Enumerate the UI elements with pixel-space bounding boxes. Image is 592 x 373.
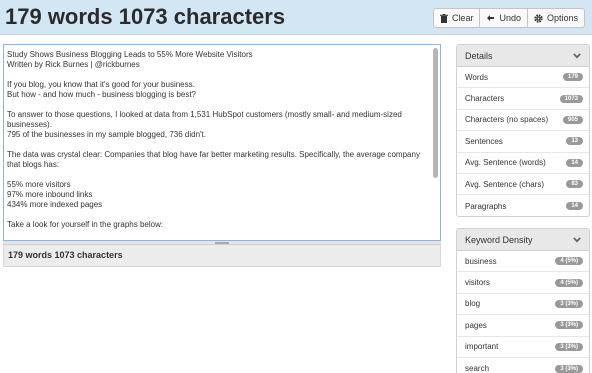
keyword-density-panel-header[interactable]: Keyword Density (457, 229, 589, 251)
word-count-title: 179 words 1073 characters (5, 4, 286, 29)
details-panel: Details Words 179 Characters 1073 Characte… (456, 44, 590, 217)
keyword-row: search 3 (3%) (457, 358, 589, 373)
detail-row-paragraphs: Paragraphs 14 (457, 195, 589, 216)
keyword-row: visitors 4 (5%) (457, 272, 589, 294)
density-badge: 4 (5%) (555, 257, 583, 266)
keyword-label: search (465, 364, 490, 373)
density-badge: 3 (3%) (555, 299, 583, 308)
detail-row-avg-sentence-words: Avg. Sentence (words) 14 (457, 153, 589, 174)
density-badge: 3 (3%) (555, 342, 583, 351)
editor-paragraph: 55% more visitors 97% more inbound links… (7, 180, 103, 209)
detail-row-words: Words 179 (457, 67, 589, 89)
detail-row-sentences: Sentences 13 (457, 131, 589, 153)
keyword-density-panel: Keyword Density business 4 (5%) visitors 4… (456, 228, 590, 373)
count-badge: 179 (562, 73, 583, 82)
keyword-label: blog (465, 299, 481, 309)
editor-paragraph: The data was crystal clear: Companies th… (7, 150, 420, 169)
keyword-label: pages (465, 320, 487, 330)
keyword-label: visitors (465, 278, 490, 288)
detail-label: Avg. Sentence (words) (465, 158, 546, 168)
editor-paragraph: If you blog, you know that it's good for… (7, 80, 196, 99)
keyword-label: business (465, 256, 497, 266)
count-badge: 14 (566, 158, 583, 167)
text-editor[interactable]: Study Shows Business Blogging Leads to 5… (3, 44, 441, 241)
count-badge: 14 (566, 202, 583, 211)
detail-row-avg-sentence-chars: Avg. Sentence (chars) 83 (457, 174, 589, 196)
detail-label: Paragraphs (465, 201, 507, 211)
keyword-row: important 3 (3%) (457, 337, 589, 358)
count-badge: 905 (562, 115, 583, 124)
detail-label: Words (465, 72, 488, 82)
undo-label: Undo (499, 13, 521, 23)
density-badge: 3 (3%) (555, 364, 583, 373)
keyword-row: blog 3 (3%) (457, 294, 589, 316)
keyword-row: business 4 (5%) (457, 251, 589, 273)
detail-label: Characters (465, 94, 505, 104)
clear-button[interactable]: Clear (432, 8, 481, 28)
top-header: 179 words 1073 characters Clear Undo Opt… (0, 0, 592, 35)
detail-row-characters: Characters 1073 (457, 88, 589, 110)
keyword-density-title: Keyword Density (465, 234, 533, 245)
footer-word-count: 179 words 1073 characters (3, 245, 441, 267)
density-badge: 3 (3%) (555, 321, 583, 330)
editor-content[interactable]: Study Shows Business Blogging Leads to 5… (4, 45, 440, 230)
detail-label: Sentences (465, 136, 503, 146)
count-badge: 83 (566, 180, 583, 189)
grip-icon (215, 242, 229, 244)
count-badge: 1073 (559, 94, 583, 103)
trash-icon (439, 13, 448, 23)
gear-icon (534, 13, 543, 23)
detail-row-characters-no-spaces: Characters (no spaces) 905 (457, 110, 589, 132)
options-button[interactable]: Options (527, 8, 585, 28)
keyword-row: pages 3 (3%) (457, 315, 589, 337)
undo-arrow-icon (486, 14, 495, 22)
chevron-down-icon[interactable] (573, 52, 581, 59)
density-badge: 4 (5%) (555, 278, 583, 287)
options-label: Options (546, 13, 578, 23)
details-panel-header[interactable]: Details (457, 45, 589, 67)
count-badge: 13 (566, 137, 583, 146)
editor-paragraph: To answer to those questions, I looked a… (7, 110, 402, 139)
editor-scrollbar[interactable] (433, 48, 438, 178)
editor-paragraph: Take a look for yourself in the graphs b… (7, 220, 164, 229)
details-title: Details (465, 50, 493, 61)
clear-label: Clear (451, 13, 474, 23)
detail-label: Avg. Sentence (chars) (465, 179, 545, 189)
toolbar: Clear Undo Options (432, 8, 585, 28)
undo-button[interactable]: Undo (480, 8, 528, 28)
detail-label: Characters (no spaces) (465, 115, 549, 125)
keyword-label: important (465, 342, 499, 352)
editor-paragraph: Study Shows Business Blogging Leads to 5… (7, 50, 253, 69)
chevron-down-icon[interactable] (573, 236, 581, 243)
